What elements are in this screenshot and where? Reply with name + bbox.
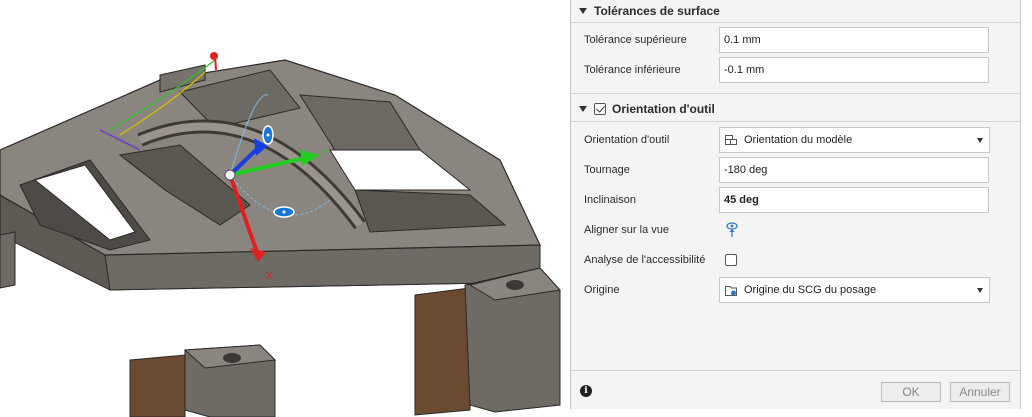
eye-align-icon[interactable]: [726, 222, 738, 238]
properties-panel: Tolérances de surface Tolérance supérieu…: [570, 0, 1021, 409]
align-view-label: Aligner sur la vue: [584, 224, 669, 236]
turn-field[interactable]: -180 deg: [719, 157, 989, 183]
accessibility-checkbox[interactable]: [725, 254, 737, 266]
x-axis-label: X: [266, 271, 273, 282]
bottom-margin: [570, 409, 1021, 417]
lower-tolerance-label: Tolérance inférieure: [584, 64, 681, 76]
accessibility-label: Analyse de l'accessibilité: [584, 254, 706, 266]
origin-label: Origine: [584, 284, 620, 296]
origin-value: Origine du SCG du posage: [744, 284, 877, 296]
vise-left-bolt: [223, 353, 241, 363]
orientation-value: Orientation du modèle: [744, 134, 853, 146]
model-canvas[interactable]: X Y: [0, 0, 568, 417]
collapse-triangle-icon[interactable]: [579, 8, 587, 14]
right-margin: [1021, 0, 1032, 417]
turn-label: Tournage: [584, 164, 630, 176]
divider: [571, 121, 1020, 122]
tool-orientation-checkbox[interactable]: [594, 103, 606, 115]
tool-marker: [210, 52, 218, 60]
divider: [571, 93, 1020, 94]
tilt-handle-dot: [282, 210, 286, 214]
model-orientation-icon: [724, 133, 738, 147]
tool-orientation-header[interactable]: Orientation d'outil: [571, 98, 1020, 120]
ok-button[interactable]: OK: [881, 382, 941, 402]
y-axis-label: Y: [322, 148, 329, 159]
lower-tolerance-field[interactable]: -0.1 mm: [719, 57, 989, 83]
upper-tolerance-label: Tolérance supérieure: [584, 34, 687, 46]
rotation-handle-dot: [266, 133, 270, 137]
vise-right-jaw: [414, 287, 471, 416]
dialog-footer: i OK Annuler: [571, 370, 1020, 409]
info-icon[interactable]: i: [580, 385, 592, 397]
divider: [571, 22, 1020, 23]
upper-tolerance-field[interactable]: 0.1 mm: [719, 27, 989, 53]
vise-left-jaw: [129, 354, 186, 417]
vise-edge-left: [0, 231, 16, 289]
surface-tolerances-title: Tolérances de surface: [594, 4, 720, 18]
tilt-field[interactable]: 45 deg: [719, 187, 989, 213]
collapse-triangle-icon[interactable]: [579, 106, 587, 112]
chevron-down-icon: [977, 138, 983, 143]
surface-tolerances-header[interactable]: Tolérances de surface: [571, 0, 1020, 22]
fixture-origin-icon: [724, 283, 738, 297]
chevron-down-icon: [977, 288, 983, 293]
orientation-label: Orientation d'outil: [584, 134, 670, 146]
cancel-button[interactable]: Annuler: [950, 382, 1010, 402]
tilt-label: Inclinaison: [584, 194, 636, 206]
origin-select[interactable]: Origine du SCG du posage: [719, 277, 990, 303]
tool-orientation-title: Orientation d'outil: [612, 102, 715, 116]
orientation-select[interactable]: Orientation du modèle: [719, 127, 990, 153]
origin-handle[interactable]: [224, 169, 236, 181]
vise-right-bolt: [506, 280, 524, 290]
3d-viewport[interactable]: X Y: [0, 0, 568, 417]
